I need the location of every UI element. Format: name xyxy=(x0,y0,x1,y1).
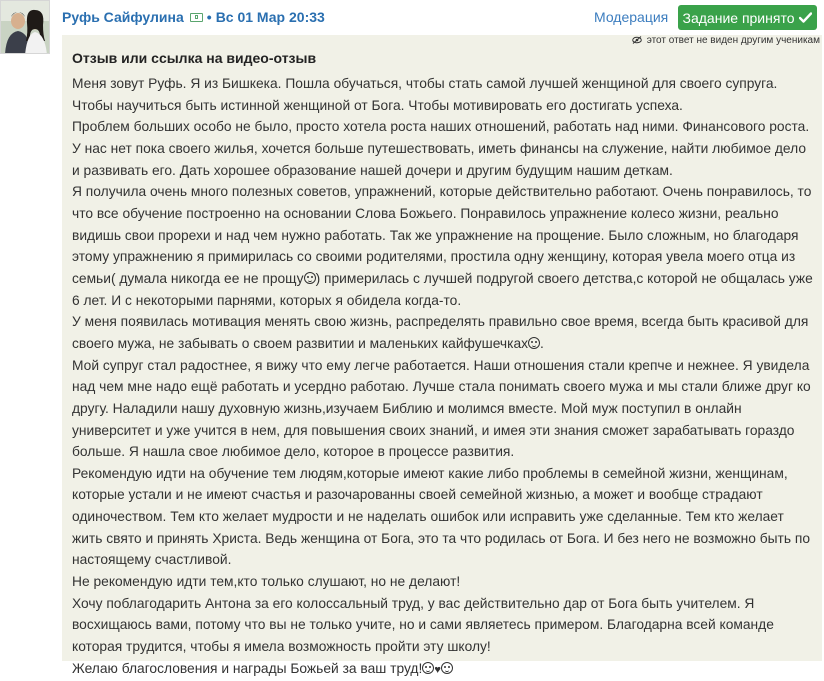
check-icon xyxy=(799,10,813,26)
paragraph: Рекомендую идти на обучение тем людям,ко… xyxy=(72,465,811,568)
paragraph-text: Желаю благословения и награды Божьей за … xyxy=(72,660,423,676)
post-datetime[interactable]: Вс 01 Мар 20:33 xyxy=(216,9,325,25)
paragraph: Желаю благословения и награды Божьей за … xyxy=(72,658,817,681)
avatar-photo xyxy=(1,1,49,53)
answer-title: Отзыв или ссылка на видео-отзыв xyxy=(72,50,317,66)
heart-icon: ♥ xyxy=(434,663,441,676)
author-name[interactable]: Руфь Сайфулина xyxy=(62,9,184,25)
moderation-link[interactable]: Модерация xyxy=(594,9,668,25)
task-accepted-label: Задание принято xyxy=(682,9,795,26)
visibility-note-text: этот ответ не виден другим ученикам xyxy=(646,35,820,46)
paragraph: Хочу поблагодарить Антона за его колосса… xyxy=(72,595,774,655)
smile-emoji-icon xyxy=(303,271,316,284)
praying-emoji-icon xyxy=(440,661,453,674)
post-header: Руфь Сайфулина • Вс 01 Мар 20:33 xyxy=(62,6,325,28)
answer-body: Меня зовут Руфь. Я из Бишкека. Пошла обу… xyxy=(72,73,817,681)
paragraph-text: . xyxy=(540,335,544,351)
smile-emoji-icon xyxy=(528,336,541,349)
header-separator: • xyxy=(206,9,212,25)
verified-badge-icon xyxy=(189,12,203,22)
paragraph: Не рекомендую идти тем,кто только слушаю… xyxy=(72,574,461,590)
smile-emoji-icon xyxy=(422,661,435,674)
paragraph: Проблем больших особо не было, просто хо… xyxy=(72,119,810,178)
avatar[interactable] xyxy=(0,0,50,54)
task-accepted-button[interactable]: Задание принято xyxy=(678,5,817,30)
paragraph: Я получила очень много полезных советов,… xyxy=(72,181,817,311)
paragraph: Меня зовут Руфь. Я из Бишкека. Пошла обу… xyxy=(72,76,778,113)
paragraph: Мой супруг стал радостнее, я вижу что ем… xyxy=(72,357,811,460)
paragraph: У меня появилась мотивация менять свою ж… xyxy=(72,311,817,354)
visibility-note: этот ответ не виден другим ученикам xyxy=(632,35,820,46)
answer-card: этот ответ не виден другим ученикам Отзы… xyxy=(62,35,822,676)
paragraph-text: У меня появилась мотивация менять свою ж… xyxy=(72,314,809,351)
eye-slash-icon xyxy=(632,35,645,46)
